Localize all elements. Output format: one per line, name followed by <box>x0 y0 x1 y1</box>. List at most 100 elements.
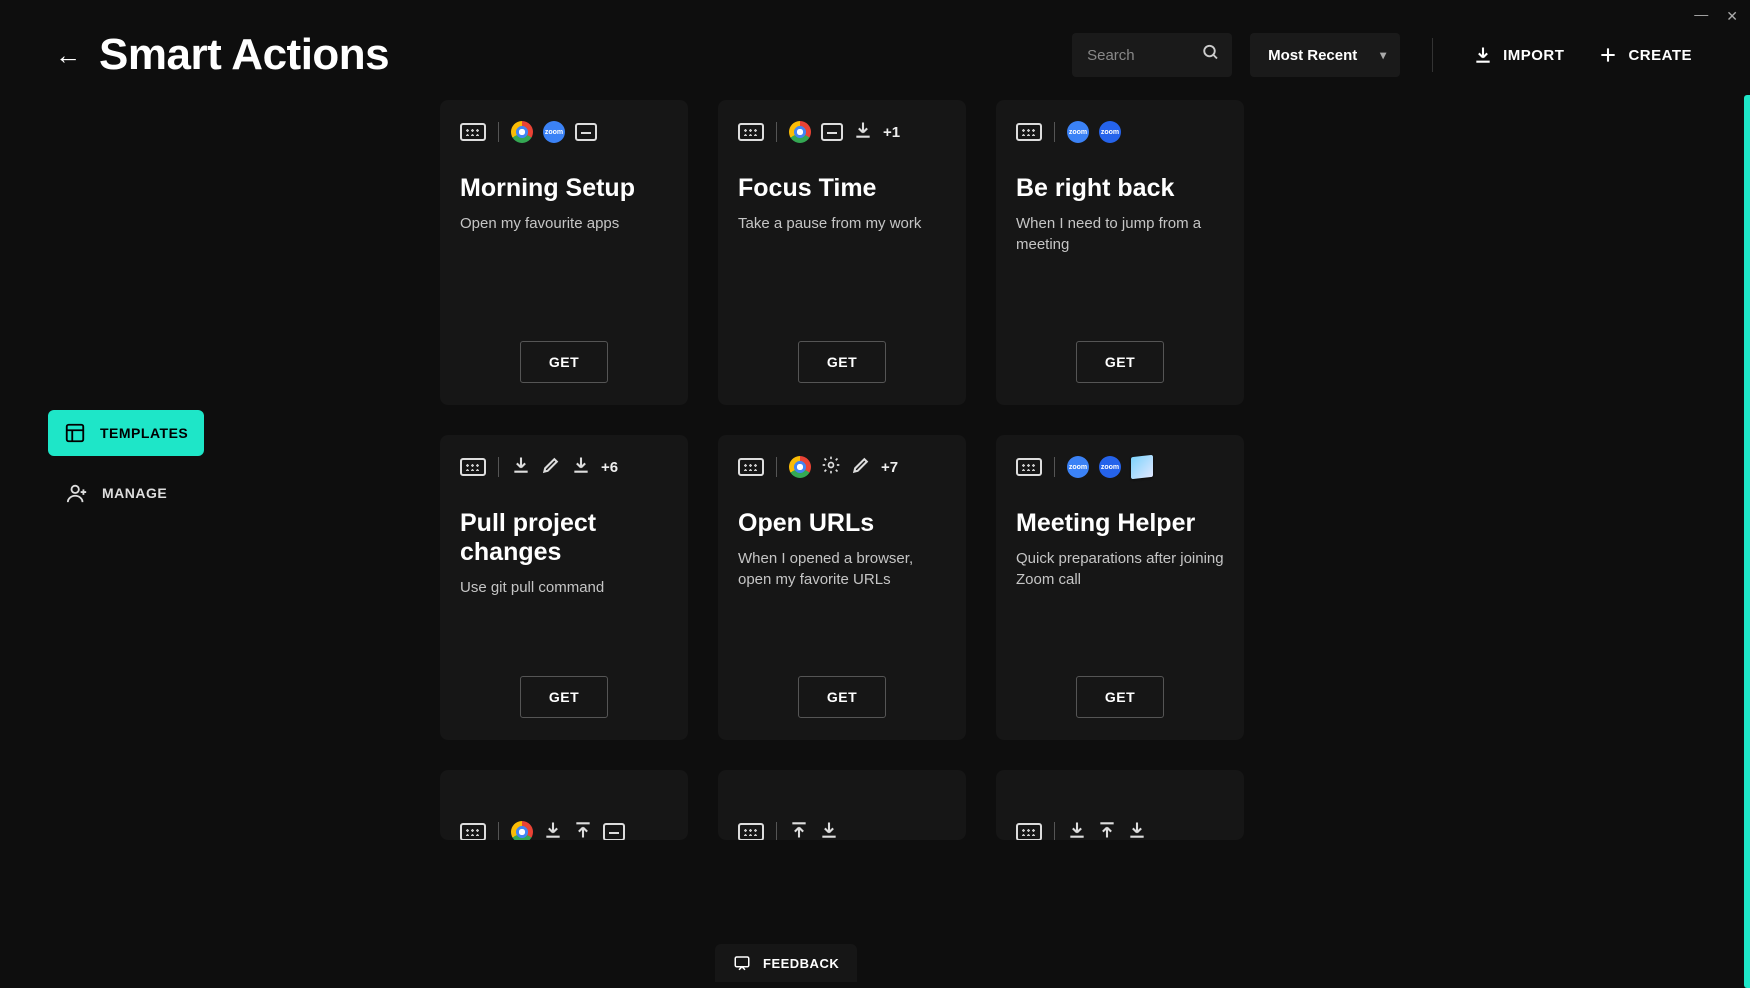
sort-selected-label: Most Recent <box>1268 47 1357 64</box>
get-button[interactable]: GET <box>798 341 886 383</box>
zoom-icon: zoom <box>1099 456 1121 478</box>
card-description: Quick preparations after joining Zoom ca… <box>1016 548 1224 590</box>
create-button[interactable]: CREATE <box>1590 41 1700 69</box>
card-icons-row: +7 <box>738 455 946 479</box>
card-title: Morning Setup <box>460 174 668 203</box>
card-title: Be right back <box>1016 174 1224 203</box>
download-icon <box>543 820 563 841</box>
cards-grid: zoom Morning Setup Open my favourite apps G… <box>440 100 1710 840</box>
template-card-pull-project-changes[interactable]: +6 Pull project changes Use git pull comma… <box>440 435 688 740</box>
get-button[interactable]: GET <box>1076 676 1164 718</box>
main-area: TEMPLATES MANAGE zoom Morning Setup Open m… <box>0 100 1750 978</box>
upload-icon <box>573 820 593 841</box>
icon-separator <box>1054 122 1055 142</box>
card-icons-row: +6 <box>460 455 668 479</box>
chrome-icon <box>511 121 533 143</box>
template-card-partial[interactable] <box>440 770 688 840</box>
edit-icon <box>541 455 561 480</box>
card-icons-row <box>738 820 946 840</box>
scrollbar-thumb[interactable] <box>1744 95 1750 988</box>
message-icon <box>821 123 843 141</box>
gear-icon <box>821 455 841 480</box>
download-icon <box>819 820 839 841</box>
keyboard-icon <box>738 123 764 141</box>
window-minimize-button[interactable]: — <box>1694 6 1708 22</box>
header-bar: ← Smart Actions Most Recent ▾ IMPORT CRE… <box>0 0 1750 100</box>
extra-count: +6 <box>601 459 618 476</box>
card-icons-row: zoom <box>460 120 668 144</box>
card-description: When I opened a browser, open my favorit… <box>738 548 946 590</box>
edit-icon <box>851 455 871 480</box>
template-card-open-urls[interactable]: +7 Open URLs When I opened a browser, open… <box>718 435 966 740</box>
card-description: Use git pull command <box>460 577 668 598</box>
template-card-partial[interactable] <box>996 770 1244 840</box>
zoom-icon: zoom <box>1099 121 1121 143</box>
extra-count: +1 <box>883 124 900 141</box>
upload-icon <box>1097 820 1117 841</box>
template-card-focus-time[interactable]: +1Focus TimeTake a pause from my workGET <box>718 100 966 405</box>
download-icon <box>853 120 873 145</box>
manage-icon <box>66 482 88 504</box>
download-icon <box>1067 820 1087 841</box>
card-title: Pull project changes <box>460 509 668 567</box>
sort-dropdown[interactable]: Most Recent ▾ <box>1250 33 1400 77</box>
import-button[interactable]: IMPORT <box>1465 41 1572 69</box>
sidebar: TEMPLATES MANAGE <box>0 100 440 978</box>
message-icon <box>575 123 597 141</box>
keyboard-icon <box>738 458 764 476</box>
icon-separator <box>498 822 499 840</box>
card-icons-row: zoom zoom <box>1016 120 1224 144</box>
zoom-icon: zoom <box>1067 121 1089 143</box>
zoom-icon: zoom <box>1067 456 1089 478</box>
sidebar-item-manage[interactable]: MANAGE <box>48 470 183 516</box>
card-icons-row: +1 <box>738 120 946 144</box>
template-card-morning-setup[interactable]: zoom Morning Setup Open my favourite apps G… <box>440 100 688 405</box>
get-button[interactable]: GET <box>520 676 608 718</box>
cards-scroll-area[interactable]: zoom Morning Setup Open my favourite apps G… <box>440 100 1750 978</box>
import-label: IMPORT <box>1503 47 1564 64</box>
zoom-icon: zoom <box>543 121 565 143</box>
sidebar-item-templates[interactable]: TEMPLATES <box>48 410 204 456</box>
extra-count: +7 <box>881 459 898 476</box>
card-icons-row: zoom zoom <box>1016 455 1224 479</box>
message-icon <box>603 823 625 840</box>
search-box <box>1072 33 1232 77</box>
template-card-meeting-helper[interactable]: zoom zoom Meeting Helper Quick preparations… <box>996 435 1244 740</box>
upload-icon <box>789 820 809 841</box>
keyboard-icon <box>460 458 486 476</box>
header-divider <box>1432 38 1433 72</box>
icon-separator <box>776 122 777 142</box>
template-card-partial[interactable] <box>718 770 966 840</box>
feedback-button[interactable]: FEEDBACK <box>715 944 857 982</box>
card-description: Take a pause from my work <box>738 213 946 234</box>
chrome-icon <box>511 821 533 840</box>
chevron-down-icon: ▾ <box>1380 48 1386 62</box>
sidebar-item-label: TEMPLATES <box>100 425 188 441</box>
template-card-be-right-back[interactable]: zoom zoom Be right back When I need to jump… <box>996 100 1244 405</box>
back-arrow-icon[interactable]: ← <box>55 40 81 71</box>
feedback-icon <box>733 954 751 972</box>
keyboard-icon <box>1016 123 1042 141</box>
card-title: Meeting Helper <box>1016 509 1224 538</box>
download-icon <box>1473 45 1493 65</box>
note-icon <box>1131 455 1153 479</box>
get-button[interactable]: GET <box>1076 341 1164 383</box>
download-icon <box>1127 820 1147 841</box>
search-icon[interactable] <box>1202 44 1220 67</box>
keyboard-icon <box>738 823 764 840</box>
card-description: Open my favourite apps <box>460 213 668 234</box>
icon-separator <box>1054 822 1055 840</box>
download-icon <box>571 455 591 480</box>
get-button[interactable]: GET <box>798 676 886 718</box>
window-close-button[interactable]: ✕ <box>1726 8 1738 25</box>
page-title: Smart Actions <box>99 30 1054 80</box>
keyboard-icon <box>460 123 486 141</box>
card-icons-row <box>1016 820 1224 840</box>
window-controls: — ✕ <box>1694 8 1738 25</box>
card-description: When I need to jump from a meeting <box>1016 213 1224 255</box>
card-title: Open URLs <box>738 509 946 538</box>
plus-icon <box>1598 45 1618 65</box>
feedback-label: FEEDBACK <box>763 956 839 971</box>
create-label: CREATE <box>1628 47 1692 64</box>
get-button[interactable]: GET <box>520 341 608 383</box>
